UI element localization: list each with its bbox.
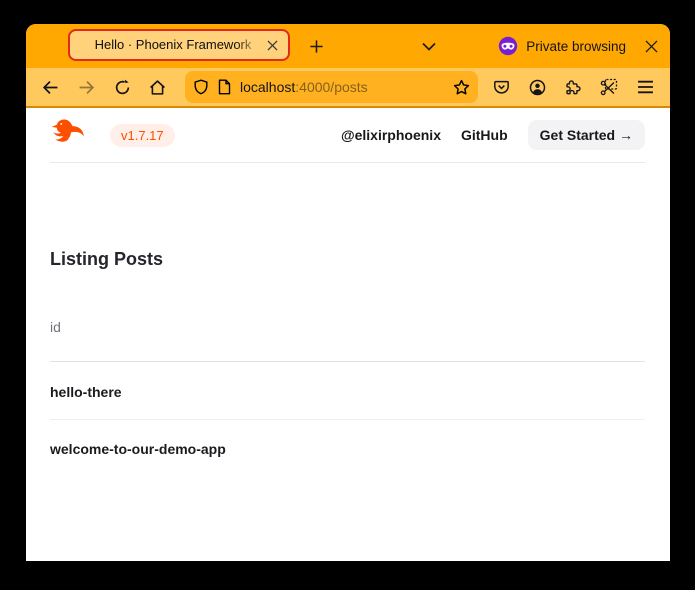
screenshot-scissors-icon[interactable] xyxy=(595,73,623,101)
table-row-divider xyxy=(50,419,645,420)
window-close-icon[interactable] xyxy=(638,33,664,59)
table-header-divider xyxy=(50,361,645,362)
url-input[interactable]: localhost:4000/posts xyxy=(240,79,445,95)
page-info-icon[interactable] xyxy=(217,79,232,95)
browser-tab[interactable]: Hello · Phoenix Framework xyxy=(68,29,290,61)
bookmark-star-icon[interactable] xyxy=(453,79,470,96)
page-content: v1.7.17 @elixirphoenix GitHub Get Starte… xyxy=(26,108,670,561)
nav-link-github[interactable]: GitHub xyxy=(461,127,508,143)
tracking-protection-shield-icon[interactable] xyxy=(193,79,209,95)
page-title: Listing Posts xyxy=(50,249,163,270)
tab-bar: Hello · Phoenix Framework Private browsi… xyxy=(26,24,670,68)
private-mask-icon xyxy=(498,36,518,56)
site-header: v1.7.17 @elixirphoenix GitHub Get Starte… xyxy=(50,108,645,163)
address-bar[interactable]: localhost:4000/posts xyxy=(185,71,478,103)
browser-window: Hello · Phoenix Framework Private browsi… xyxy=(26,24,670,561)
extensions-puzzle-icon[interactable] xyxy=(559,73,587,101)
table-column-header-id: id xyxy=(50,319,61,335)
list-all-tabs-chevron-icon[interactable] xyxy=(418,38,440,54)
nav-link-elixirphoenix[interactable]: @elixirphoenix xyxy=(341,127,441,143)
menu-hamburger-icon[interactable] xyxy=(631,73,659,101)
table-row[interactable]: welcome-to-our-demo-app xyxy=(50,441,226,457)
new-tab-button[interactable] xyxy=(302,32,330,60)
tab-title: Hello · Phoenix Framework xyxy=(84,31,262,59)
version-badge: v1.7.17 xyxy=(110,124,175,147)
reload-button[interactable] xyxy=(108,73,136,101)
pocket-icon[interactable] xyxy=(487,73,515,101)
url-path: :4000/posts xyxy=(295,79,367,95)
forward-button[interactable] xyxy=(72,73,100,101)
phoenix-logo-icon[interactable] xyxy=(50,118,96,152)
private-browsing-label: Private browsing xyxy=(526,39,626,54)
tab-close-icon[interactable] xyxy=(262,35,282,55)
home-button[interactable] xyxy=(143,73,171,101)
get-started-button[interactable]: Get Started → xyxy=(528,120,645,150)
table-row[interactable]: hello-there xyxy=(50,384,122,400)
account-icon[interactable] xyxy=(523,73,551,101)
private-browsing-indicator: Private browsing xyxy=(498,24,626,68)
url-host: localhost xyxy=(240,79,295,95)
back-button[interactable] xyxy=(36,73,64,101)
navigation-toolbar: localhost:4000/posts xyxy=(26,68,670,108)
